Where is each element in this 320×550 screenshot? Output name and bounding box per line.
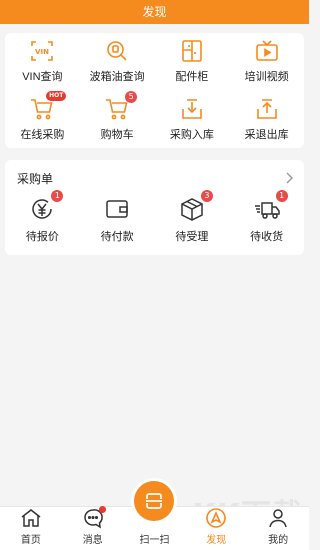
grid-item-cart[interactable]: 5 购物车 bbox=[80, 91, 155, 149]
oil-search-icon bbox=[105, 39, 129, 63]
tab-label: 消息 bbox=[82, 535, 103, 546]
tab-label: 首页 bbox=[20, 535, 41, 546]
order-status-row: 1 待报价 待付款 3 待受理 1 待收货 bbox=[5, 190, 304, 244]
grid-item-label: 在线采购 bbox=[20, 129, 65, 141]
order-status-label: 待收货 bbox=[250, 231, 284, 243]
tab-messages[interactable]: 消息 bbox=[62, 506, 124, 550]
grid-item-vin[interactable]: VIN VIN查询 bbox=[5, 39, 80, 97]
unread-dot bbox=[98, 506, 106, 513]
delivery-truck-icon: 1 bbox=[254, 190, 288, 222]
tab-scan[interactable]: 扫一扫 bbox=[124, 481, 186, 550]
grid-item-label: 配件柜 bbox=[175, 71, 209, 83]
grid-item-label: 培训视频 bbox=[244, 71, 289, 83]
hot-tag: HOT bbox=[46, 91, 67, 101]
grid-item-label: 波箱油查询 bbox=[89, 71, 145, 83]
purchase-order-card: 采购单 1 待报价 待付款 3 待受理 1 待收货 bbox=[5, 160, 304, 255]
grid-item-online-purchase[interactable]: HOT 在线采购 bbox=[5, 91, 80, 149]
profile-icon bbox=[267, 507, 289, 529]
svg-text:VIN: VIN bbox=[35, 48, 49, 56]
tools-grid: VIN VIN查询 波箱油查询 配件柜 培训视频 HOT 在线采购 5 购物车 … bbox=[5, 33, 304, 149]
order-status-accept[interactable]: 3 待受理 bbox=[155, 190, 230, 244]
order-status-receive[interactable]: 1 待收货 bbox=[229, 190, 304, 244]
order-status-label: 待报价 bbox=[25, 231, 59, 243]
home-icon bbox=[20, 507, 42, 529]
tab-home[interactable]: 首页 bbox=[0, 507, 62, 550]
grid-item-purchase-in[interactable]: 采购入库 bbox=[155, 97, 230, 149]
purchase-order-title: 采购单 bbox=[17, 171, 54, 186]
accept-badge: 3 bbox=[200, 190, 213, 202]
discover-icon bbox=[205, 507, 227, 529]
grid-item-oil[interactable]: 波箱油查询 bbox=[80, 39, 155, 97]
tools-card: VIN VIN查询 波箱油查询 配件柜 培训视频 HOT 在线采购 5 购物车 … bbox=[5, 33, 304, 148]
online-purchase-cart-icon: HOT bbox=[30, 91, 67, 121]
grid-item-label: VIN查询 bbox=[22, 71, 63, 83]
parts-cabinet-icon bbox=[180, 39, 204, 63]
order-status-pay[interactable]: 待付款 bbox=[80, 196, 155, 244]
chevron-right-icon bbox=[286, 172, 293, 184]
receive-badge: 1 bbox=[275, 190, 288, 202]
top-header: 发现 bbox=[0, 0, 309, 24]
scan-button[interactable] bbox=[134, 481, 175, 521]
order-status-label: 待受理 bbox=[175, 231, 209, 243]
tab-label: 发现 bbox=[206, 535, 227, 546]
grid-item-label: 购物车 bbox=[100, 129, 134, 141]
grid-item-label: 采购入库 bbox=[169, 129, 214, 141]
shopping-cart-icon: 5 bbox=[105, 91, 138, 121]
page-title: 发现 bbox=[142, 5, 167, 19]
tab-discover[interactable]: 发现 bbox=[185, 507, 247, 550]
grid-item-return-out[interactable]: 采退出库 bbox=[229, 97, 304, 149]
grid-item-cabinet[interactable]: 配件柜 bbox=[155, 39, 230, 97]
bottom-tab-bar: 首页 消息 扫一扫 发现 我的 bbox=[0, 481, 309, 550]
wallet-icon bbox=[104, 196, 130, 222]
order-status-quote[interactable]: 1 待报价 bbox=[5, 190, 80, 244]
package-box-icon: 3 bbox=[179, 190, 213, 222]
tab-profile[interactable]: 我的 bbox=[247, 507, 309, 550]
quote-yen-icon: 1 bbox=[29, 190, 64, 222]
quote-badge: 1 bbox=[51, 190, 64, 202]
order-status-label: 待付款 bbox=[100, 231, 134, 243]
purchase-order-header[interactable]: 采购单 bbox=[5, 160, 304, 196]
cart-badge: 5 bbox=[125, 91, 138, 103]
tab-label: 扫一扫 bbox=[139, 535, 170, 546]
message-icon bbox=[82, 506, 106, 529]
tab-label: 我的 bbox=[268, 535, 289, 546]
purchase-in-icon bbox=[180, 97, 204, 121]
grid-item-training[interactable]: 培训视频 bbox=[229, 39, 304, 97]
grid-item-label: 采退出库 bbox=[244, 129, 289, 141]
return-out-icon bbox=[255, 97, 279, 121]
scan-icon bbox=[146, 493, 163, 509]
vin-scan-icon: VIN bbox=[30, 39, 54, 63]
training-video-icon bbox=[255, 39, 279, 63]
